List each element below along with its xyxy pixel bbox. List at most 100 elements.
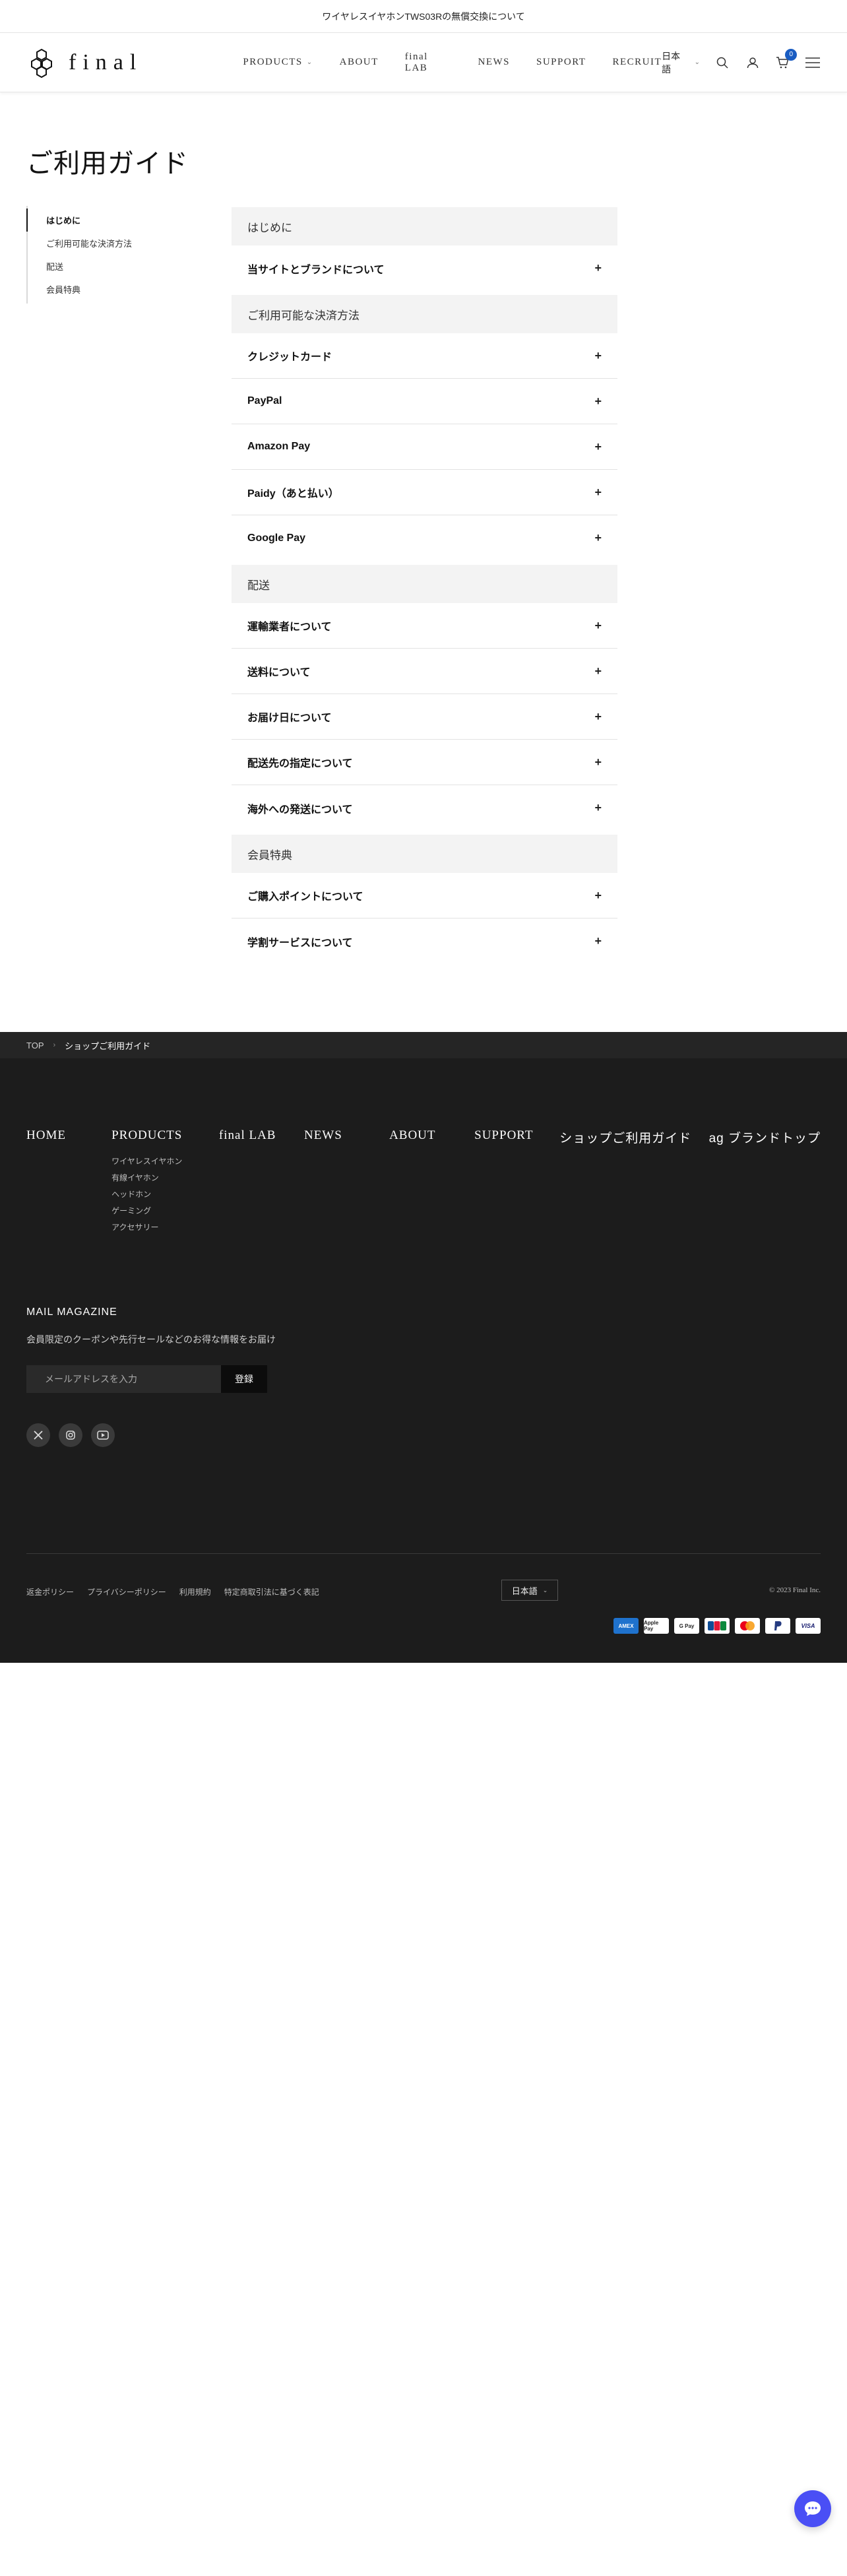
footer-language-label: 日本語 xyxy=(511,1586,538,1596)
footer-sublink[interactable]: ワイヤレスイヤホン xyxy=(111,1153,219,1170)
site-footer: HOME PRODUCTS ワイヤレスイヤホン 有線イヤホン ヘッドホン ゲーミ… xyxy=(0,1058,847,1663)
chat-button[interactable] xyxy=(794,2490,831,2527)
plus-icon: + xyxy=(594,664,602,678)
sidenav-item-payment[interactable]: ご利用可能な決済方法 xyxy=(28,232,158,255)
nav-final-lab[interactable]: final LAB xyxy=(405,51,452,74)
page-title: ご利用ガイド xyxy=(26,149,189,178)
language-label: 日本語 xyxy=(662,50,681,75)
accordion-item[interactable]: Google Pay + xyxy=(232,515,617,561)
accordion-label: Google Pay xyxy=(247,532,306,544)
accordion-label: 当サイトとブランドについて xyxy=(247,264,385,276)
plus-icon: + xyxy=(594,709,602,723)
social-links xyxy=(26,1423,115,1447)
visa-icon: VISA xyxy=(796,1618,821,1634)
side-nav: はじめに ご利用可能な決済方法 配送 会員特典 xyxy=(26,206,158,304)
chevron-down-icon: ⌄ xyxy=(694,59,700,66)
section-heading-intro: はじめに xyxy=(232,207,617,245)
account-icon[interactable] xyxy=(745,55,761,71)
accordion-label: PayPal xyxy=(247,395,282,406)
sidenav-item-intro[interactable]: はじめに xyxy=(26,209,158,232)
email-field[interactable] xyxy=(26,1365,221,1393)
breadcrumb-home[interactable]: TOP xyxy=(26,1041,44,1050)
accordion-label: 学割サービスについて xyxy=(247,937,353,949)
accordion-item[interactable]: 送料について + xyxy=(232,649,617,694)
legal-link-privacy[interactable]: プライバシーポリシー xyxy=(87,1586,166,1597)
footer-link-support[interactable]: SUPPORT xyxy=(474,1128,559,1143)
mail-magazine-title: MAIL MAGAZINE xyxy=(26,1306,117,1318)
header-actions: 日本語 ⌄ 0 xyxy=(662,48,821,76)
footer-link-news[interactable]: NEWS xyxy=(304,1128,389,1143)
accordion-item[interactable]: 学割サービスについて + xyxy=(232,918,617,964)
x-icon[interactable] xyxy=(26,1423,50,1447)
site-header: final PRODUCTS ⌄ ABOUT final LAB NEWS SUP… xyxy=(0,33,847,92)
youtube-icon[interactable] xyxy=(91,1423,115,1447)
accordion-item[interactable]: 配送先の指定について + xyxy=(232,740,617,785)
sidenav-item-shipping[interactable]: 配送 xyxy=(28,255,158,278)
sidenav-item-membership[interactable]: 会員特典 xyxy=(28,278,158,301)
accordion-item[interactable]: PayPal + xyxy=(232,379,617,424)
apple-pay-icon: Apple Pay xyxy=(644,1618,669,1634)
cart-icon[interactable]: 0 xyxy=(774,48,798,71)
legal-link-commerce[interactable]: 特定商取引法に基づく表記 xyxy=(224,1586,319,1597)
nav-recruit[interactable]: RECRUIT xyxy=(612,57,662,68)
legal-link-terms[interactable]: 利用規約 xyxy=(179,1586,211,1597)
nav-news[interactable]: NEWS xyxy=(478,57,511,68)
logo[interactable]: final xyxy=(26,48,197,78)
footer-link-shop-guide[interactable]: ショップご利用ガイド xyxy=(559,1128,708,1146)
accordion-item[interactable]: Paidy（あと払い） + xyxy=(232,470,617,515)
nav-support[interactable]: SUPPORT xyxy=(536,57,586,68)
breadcrumb: TOP › ショップご利用ガイド xyxy=(0,1032,847,1058)
accordion-item[interactable]: 運輸業者について + xyxy=(232,603,617,649)
footer-col-guide: ショップご利用ガイド xyxy=(559,1128,708,1236)
footer-language-selector[interactable]: 日本語 ⌄ xyxy=(501,1580,558,1601)
section-heading-payment: ご利用可能な決済方法 xyxy=(232,295,617,333)
footer-sublink[interactable]: ゲーミング xyxy=(111,1203,219,1219)
announcement-text[interactable]: ワイヤレスイヤホンTWS03Rの無償交換について xyxy=(322,10,525,23)
footer-link-products[interactable]: PRODUCTS xyxy=(111,1128,219,1143)
search-icon[interactable] xyxy=(714,55,730,71)
plus-icon: + xyxy=(594,618,602,632)
footer-link-about[interactable]: ABOUT xyxy=(389,1128,474,1143)
section-shipping-list: 運輸業者について + 送料について + お届け日について + 配送先の指定について + … xyxy=(232,603,617,831)
payment-methods: AMEX Apple Pay G Pay VISA xyxy=(613,1618,821,1634)
announcement-bar[interactable]: ワイヤレスイヤホンTWS03Rの無償交換について xyxy=(0,0,847,33)
breadcrumb-separator: › xyxy=(53,1041,56,1049)
nav-about[interactable]: ABOUT xyxy=(340,57,379,68)
footer-link-home[interactable]: HOME xyxy=(26,1128,111,1143)
accordion-item[interactable]: Amazon Pay + xyxy=(232,424,617,470)
accordion-item[interactable]: ご購入ポイントについて + xyxy=(232,873,617,918)
footer-col-support: SUPPORT xyxy=(474,1128,559,1236)
legal-link-refund[interactable]: 返金ポリシー xyxy=(26,1586,74,1597)
footer-col-products: PRODUCTS ワイヤレスイヤホン 有線イヤホン ヘッドホン ゲーミング アク… xyxy=(111,1128,219,1236)
accordion-item[interactable]: クレジットカード + xyxy=(232,333,617,379)
section-intro-list: 当サイトとブランドについて + xyxy=(232,245,617,291)
plus-icon: + xyxy=(594,755,602,769)
legal-links: 返金ポリシー プライバシーポリシー 利用規約 特定商取引法に基づく表記 xyxy=(26,1586,319,1597)
accordion-item[interactable]: 当サイトとブランドについて + xyxy=(232,245,617,291)
plus-icon: + xyxy=(594,348,602,362)
footer-sublink[interactable]: 有線イヤホン xyxy=(111,1170,219,1186)
copyright: © 2023 Final Inc. xyxy=(769,1586,821,1594)
footer-link-ag-brand[interactable]: ag ブランドトップ xyxy=(709,1128,821,1146)
footer-col-lab: final LAB xyxy=(219,1128,304,1236)
footer-sublink[interactable]: ヘッドホン xyxy=(111,1186,219,1203)
chevron-down-icon: ⌄ xyxy=(542,1586,548,1594)
accordion-item[interactable]: お届け日について + xyxy=(232,694,617,740)
nav-news-label: NEWS xyxy=(478,57,510,67)
menu-icon[interactable] xyxy=(805,55,821,71)
nav-recruit-label: RECRUIT xyxy=(612,57,662,67)
plus-icon: + xyxy=(594,801,602,814)
footer-link-final-lab[interactable]: final LAB xyxy=(219,1128,304,1143)
instagram-icon[interactable] xyxy=(59,1423,82,1447)
subscribe-button[interactable]: 登録 xyxy=(221,1365,267,1393)
footer-products-sublist: ワイヤレスイヤホン 有線イヤホン ヘッドホン ゲーミング アクセサリー xyxy=(111,1153,219,1236)
section-heading-shipping: 配送 xyxy=(232,565,617,603)
footer-sublink[interactable]: アクセサリー xyxy=(111,1219,219,1236)
accordion-item[interactable]: 海外への発送について + xyxy=(232,785,617,831)
plus-icon: + xyxy=(594,888,602,902)
accordion-label: Amazon Pay xyxy=(247,441,311,452)
nav-about-label: ABOUT xyxy=(339,57,379,67)
nav-products[interactable]: PRODUCTS ⌄ xyxy=(243,57,313,68)
language-selector[interactable]: 日本語 ⌄ xyxy=(662,49,700,76)
plus-icon: + xyxy=(594,531,602,544)
